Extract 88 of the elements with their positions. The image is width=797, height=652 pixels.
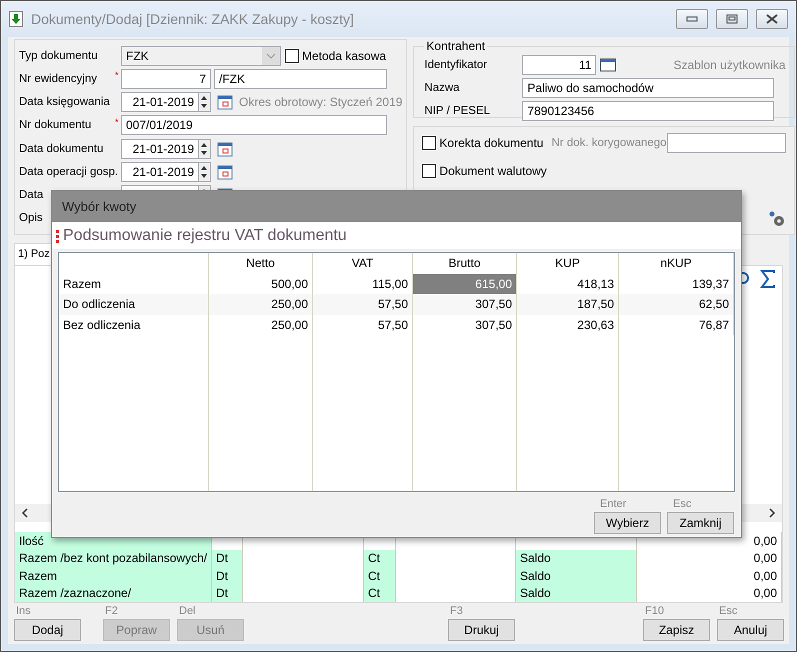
field-label: Typ dokumentu <box>19 50 99 62</box>
id-field[interactable]: 11 <box>522 54 596 74</box>
calendar-icon[interactable] <box>217 94 233 110</box>
checkbox-label: Metoda kasowa <box>302 48 386 63</box>
required-mark: * <box>115 116 120 127</box>
text-field[interactable]: 7890123456 <box>522 100 774 120</box>
shortcut-label: Enter <box>599 498 628 512</box>
required-mark: * <box>115 70 120 80</box>
text-field[interactable]: Paliwo do samochodów <box>522 78 774 98</box>
calendar-icon[interactable] <box>217 164 233 180</box>
field-label: Nazwa <box>424 82 461 94</box>
checkbox[interactable] <box>422 136 436 150</box>
suffix-field: /FZK <box>214 68 387 89</box>
row-label: Bez odliczenia <box>59 314 209 335</box>
summary-label: Razem <box>15 567 212 584</box>
table-cell[interactable]: 57,50 <box>313 314 413 335</box>
text-field[interactable]: 007/01/2019 <box>121 115 387 136</box>
gear-icon[interactable] <box>768 210 786 228</box>
summary-cell: Saldo <box>516 584 637 602</box>
date-field[interactable]: 21-01-2019 <box>121 138 199 159</box>
text-field[interactable] <box>666 133 786 153</box>
field-label: Nr ewidencyjny <box>19 72 98 85</box>
spin-buttons[interactable] <box>199 162 211 182</box>
action-button[interactable]: Anuluj <box>717 619 784 641</box>
shortcut-label: F2 <box>104 605 119 619</box>
folder-icon[interactable] <box>600 58 616 72</box>
window-title: Dokumenty/Dodaj [Dziennik: ZAKK Zakupy - koszty] <box>31 11 355 27</box>
field-label: Data <box>19 189 44 202</box>
summary-cell: Dt <box>212 550 243 567</box>
template-label: Szablon użytkownika <box>673 58 786 72</box>
summary-label: Razem /bez kont pozabilansowych/ <box>15 550 212 567</box>
summary-cell: Ct <box>364 567 396 584</box>
field-label: Data księgowania <box>19 96 111 108</box>
checkbox[interactable] <box>422 164 436 178</box>
calendar-icon[interactable] <box>217 140 233 157</box>
table-cell[interactable]: 615,00 <box>413 274 517 294</box>
shortcut-label: Del <box>178 605 197 619</box>
table-cell[interactable]: 307,50 <box>413 314 517 335</box>
table-cell[interactable]: 250,00 <box>209 314 313 335</box>
shortcut-label: F10 <box>644 605 665 619</box>
field-label: Opis <box>19 212 44 224</box>
field-label: Data operacji gosp. <box>19 166 115 178</box>
shortcut-label: Esc <box>718 605 738 619</box>
period-note: Okres obrotowy: Styczeń 2019 <box>239 95 402 110</box>
summary-cell: Dt <box>212 567 243 584</box>
number-field[interactable]: 7 <box>121 68 211 89</box>
dialog-button[interactable]: Wybierz <box>594 512 661 534</box>
summary-cell: Ct <box>364 584 396 602</box>
minimize-button[interactable] <box>676 9 708 29</box>
shortcut-label: Esc <box>672 498 692 512</box>
marker-icon <box>56 228 59 242</box>
summary-cell: Dt <box>212 584 243 602</box>
field-label: Data dokumentu <box>19 142 104 155</box>
action-button[interactable]: Drukuj <box>448 619 515 641</box>
spin-buttons[interactable] <box>199 138 211 159</box>
close-button[interactable] <box>756 9 788 29</box>
field-label: Nr dokumentu <box>19 119 92 132</box>
action-button[interactable]: Zapisz <box>643 619 710 641</box>
checkbox-label: Dokument walutowy <box>439 164 547 178</box>
contractor-title: Kontrahent <box>425 39 486 53</box>
app-icon <box>9 11 23 27</box>
maximize-icon <box>726 14 738 24</box>
dialog-title: Wybór kwoty <box>52 191 741 222</box>
minimize-icon <box>686 16 698 22</box>
dialog-button[interactable]: Zamknij <box>667 512 734 534</box>
sum-icon[interactable] <box>760 270 776 288</box>
summary-cell: Ct <box>364 550 396 567</box>
tab[interactable]: 1) Poz <box>14 243 54 265</box>
summary-cell: Saldo <box>516 567 637 584</box>
checkbox-label: Korekta dokumentu <box>439 136 544 150</box>
summary-label: Razem /zaznaczone/ <box>15 584 212 602</box>
field-label: Nr dok. korygowanego <box>551 137 667 149</box>
dialog-heading: Podsumowanie rejestru VAT dokumentu <box>63 226 347 244</box>
type-select[interactable]: FZK <box>121 46 281 66</box>
checkbox[interactable] <box>285 48 299 63</box>
date-field[interactable]: 21-01-2019 <box>121 92 199 112</box>
field-label: NIP / PESEL <box>424 104 492 116</box>
table-cell[interactable]: 230,63 <box>517 314 619 335</box>
close-icon <box>765 14 779 24</box>
shortcut-label: F3 <box>449 605 464 619</box>
spin-buttons[interactable] <box>199 92 211 112</box>
date-field[interactable]: 21-01-2019 <box>121 162 199 182</box>
summary-cell: Saldo <box>516 550 637 567</box>
maximize-button[interactable] <box>716 9 748 29</box>
shortcut-label: Ins <box>15 605 32 619</box>
field-label: Identyfikator <box>424 58 488 70</box>
action-button[interactable]: Dodaj <box>14 619 81 641</box>
table-cell[interactable]: 76,87 <box>619 314 734 335</box>
